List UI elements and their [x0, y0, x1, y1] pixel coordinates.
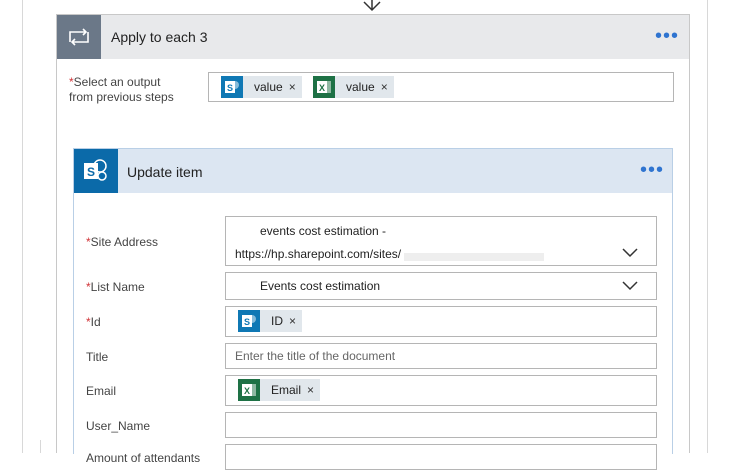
apply-to-each-card: Apply to each 3 ••• *Select an output fr… — [56, 14, 690, 470]
update-item-title: Update item — [127, 164, 203, 180]
id-input[interactable]: S ID × — [225, 306, 657, 337]
list-name-label: *List Name — [86, 280, 145, 294]
token-label: Email — [271, 383, 302, 397]
dynamic-content-token[interactable]: X value × — [313, 76, 394, 98]
svg-text:X: X — [319, 83, 325, 93]
email-label: Email — [86, 384, 117, 398]
remove-token-button[interactable]: × — [307, 383, 320, 397]
sharepoint-icon: S — [221, 76, 243, 98]
sharepoint-icon: S — [74, 149, 118, 193]
id-label: *Id — [86, 315, 101, 329]
svg-text:S: S — [244, 317, 250, 327]
more-options-button[interactable]: ••• — [655, 26, 679, 46]
more-options-button[interactable]: ••• — [640, 160, 664, 180]
list-name-dropdown[interactable]: Events cost estimation — [225, 272, 657, 300]
title-label: Title — [86, 350, 109, 364]
excel-icon: X — [238, 379, 260, 401]
apply-to-each-header[interactable]: Apply to each 3 ••• — [57, 15, 689, 59]
remove-token-button[interactable]: × — [289, 314, 302, 328]
site-address-url: https://hp.sharepoint.com/sites/ — [235, 247, 402, 261]
list-name-value: Events cost estimation — [260, 279, 381, 293]
amount-of-attendants-input[interactable] — [225, 444, 657, 470]
email-input[interactable]: X Email × — [225, 375, 657, 406]
dynamic-content-token[interactable]: S value × — [221, 76, 302, 98]
outer-scope-border-left — [22, 0, 23, 453]
remove-token-button[interactable]: × — [381, 80, 394, 94]
user-name-label: User_Name — [86, 419, 151, 433]
apply-to-each-title: Apply to each 3 — [111, 29, 208, 45]
outer-scope-border-right — [707, 0, 708, 453]
title-placeholder: Enter the title of the document — [235, 349, 396, 363]
amount-of-attendants-label: Amount of attendants — [86, 451, 201, 465]
svg-text:S: S — [227, 83, 233, 93]
dynamic-content-token[interactable]: S ID × — [238, 310, 303, 332]
token-label: value — [254, 80, 283, 94]
chevron-down-icon[interactable] — [622, 248, 638, 258]
flow-arrow-down-icon — [363, 0, 381, 12]
user-name-input[interactable] — [225, 412, 657, 438]
excel-icon: X — [313, 76, 335, 98]
svg-text:X: X — [244, 386, 250, 396]
sharepoint-icon: S — [238, 310, 260, 332]
inner-scope-border — [40, 440, 41, 453]
select-output-label: *Select an output from previous steps — [69, 75, 174, 104]
title-input[interactable]: Enter the title of the document — [225, 343, 657, 369]
loop-icon — [57, 15, 101, 59]
token-label: ID — [271, 314, 283, 328]
token-label: value — [346, 80, 375, 94]
remove-token-button[interactable]: × — [289, 80, 302, 94]
chevron-down-icon[interactable] — [622, 281, 638, 291]
update-item-card: S Update item ••• *Site Address events c… — [73, 148, 673, 470]
site-address-label: *Site Address — [86, 235, 159, 249]
update-item-header[interactable]: S Update item ••• — [74, 149, 672, 193]
select-output-input[interactable]: S value × X value × — [208, 72, 674, 102]
site-address-dropdown[interactable]: events cost estimation - https://hp.shar… — [225, 216, 657, 266]
site-address-name: events cost estimation - — [260, 224, 387, 238]
redacted-url-segment — [404, 253, 544, 261]
svg-text:S: S — [87, 165, 95, 179]
dynamic-content-token[interactable]: X Email × — [238, 379, 321, 401]
